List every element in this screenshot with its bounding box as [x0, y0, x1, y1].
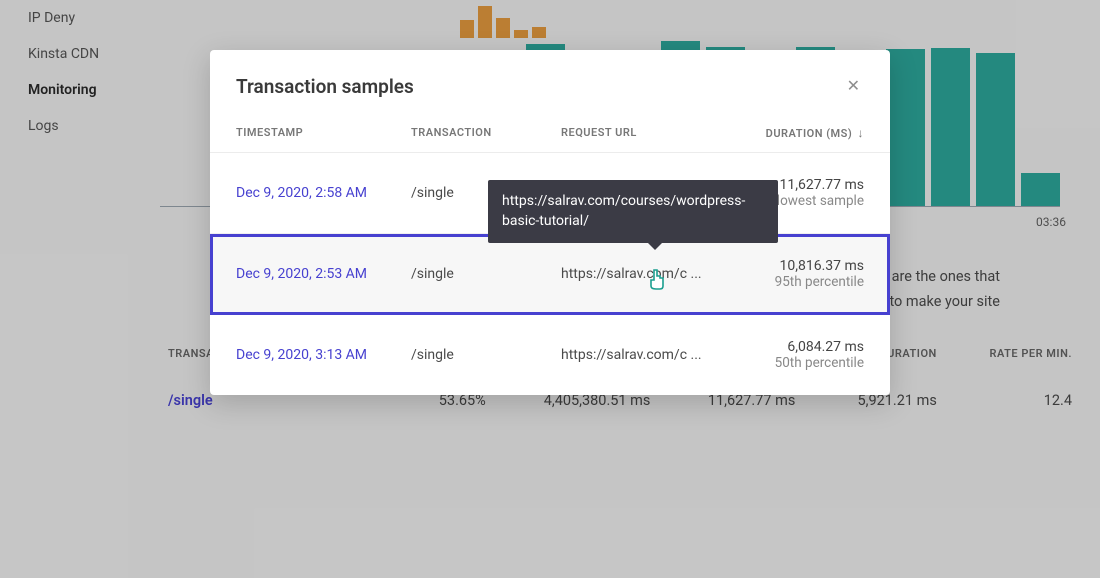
modal-title: Transaction samples	[236, 75, 414, 98]
close-icon[interactable]: ✕	[843, 72, 864, 100]
transaction-cell: /single	[411, 266, 561, 282]
sample-row[interactable]: Dec 9, 2020, 2:53 AM/singlehttps://salra…	[210, 234, 890, 315]
sample-row[interactable]: Dec 9, 2020, 3:13 AM/singlehttps://salra…	[210, 315, 890, 395]
th-duration-label: DURATION (MS)	[766, 127, 853, 140]
sort-down-icon: ↓	[858, 126, 865, 140]
duration-label: 95th percentile	[724, 274, 864, 290]
timestamp-link[interactable]: Dec 9, 2020, 2:53 AM	[236, 266, 367, 282]
request-url-cell: https://salrav.com/c ...	[561, 347, 724, 363]
transaction-samples-modal: Transaction samples ✕ TIMESTAMP TRANSACT…	[210, 50, 890, 395]
th-duration[interactable]: DURATION (MS) ↓	[724, 126, 864, 140]
duration-label: 50th percentile	[724, 355, 864, 371]
transaction-cell: /single	[411, 347, 561, 363]
th-transaction[interactable]: TRANSACTION	[411, 126, 561, 140]
th-request-url[interactable]: REQUEST URL	[561, 126, 724, 140]
modal-overlay[interactable]: Transaction samples ✕ TIMESTAMP TRANSACT…	[0, 0, 1100, 578]
timestamp-link[interactable]: Dec 9, 2020, 2:58 AM	[236, 185, 367, 201]
pointer-cursor-icon	[648, 268, 668, 290]
url-tooltip: https://salrav.com/courses/wordpress-bas…	[488, 180, 778, 243]
request-url-cell: https://salrav.com/c ...	[561, 266, 724, 282]
duration-cell: 6,084.27 ms50th percentile	[724, 339, 864, 371]
duration-value: 6,084.27 ms	[724, 339, 864, 355]
duration-cell: 10,816.37 ms95th percentile	[724, 258, 864, 290]
timestamp-link[interactable]: Dec 9, 2020, 3:13 AM	[236, 347, 367, 363]
duration-value: 10,816.37 ms	[724, 258, 864, 274]
th-timestamp[interactable]: TIMESTAMP	[236, 126, 411, 140]
